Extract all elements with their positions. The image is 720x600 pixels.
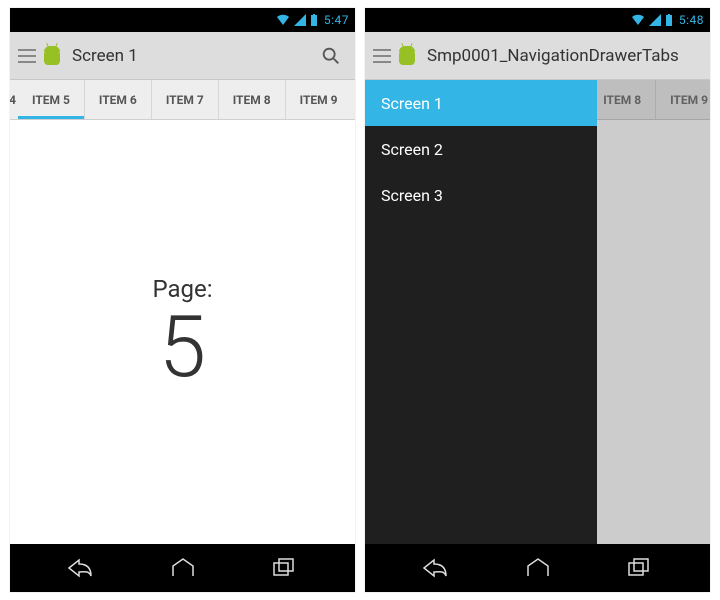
phone-right: 5:48 Smp0001_NavigationDrawerTabs ITEM 8… bbox=[365, 8, 710, 592]
back-button[interactable] bbox=[406, 558, 466, 578]
tab-item-5[interactable]: ITEM 5 bbox=[18, 80, 85, 119]
back-icon bbox=[67, 558, 95, 578]
recents-icon bbox=[627, 558, 651, 578]
tab-item-8[interactable]: ITEM 8 bbox=[219, 80, 286, 119]
wifi-icon bbox=[631, 14, 645, 26]
search-button[interactable] bbox=[315, 40, 347, 72]
status-bar: 5:48 bbox=[365, 8, 710, 32]
recents-button[interactable] bbox=[609, 558, 669, 578]
battery-icon bbox=[665, 14, 673, 26]
signal-icon bbox=[294, 14, 306, 26]
status-clock: 5:47 bbox=[324, 13, 349, 27]
tab-item-6[interactable]: ITEM 6 bbox=[85, 80, 152, 119]
wifi-icon bbox=[276, 14, 290, 26]
search-icon bbox=[320, 45, 342, 67]
drawer-item-screen1[interactable]: Screen 1 bbox=[365, 80, 597, 126]
navigation-drawer: Screen 1 Screen 2 Screen 3 bbox=[365, 80, 597, 544]
drawer-toggle-icon[interactable] bbox=[373, 47, 391, 65]
tab-strip[interactable]: 4 ITEM 5 ITEM 6 ITEM 7 ITEM 8 ITEM 9 bbox=[10, 80, 355, 120]
signal-icon bbox=[649, 14, 661, 26]
action-bar-title: Screen 1 bbox=[72, 46, 315, 66]
back-button[interactable] bbox=[51, 558, 111, 578]
content-area: Page: 5 bbox=[10, 120, 355, 544]
action-bar-title: Smp0001_NavigationDrawerTabs bbox=[427, 46, 702, 66]
page-number: 5 bbox=[159, 305, 206, 390]
home-button[interactable] bbox=[153, 558, 213, 578]
battery-icon bbox=[310, 14, 318, 26]
status-bar: 5:47 bbox=[10, 8, 355, 32]
system-nav-bar bbox=[365, 544, 710, 592]
tab-item-7[interactable]: ITEM 7 bbox=[152, 80, 219, 119]
app-icon[interactable] bbox=[40, 44, 64, 68]
drawer-item-screen2[interactable]: Screen 2 bbox=[365, 126, 597, 172]
status-clock: 5:48 bbox=[679, 13, 704, 27]
back-icon bbox=[422, 558, 450, 578]
drawer-item-screen3[interactable]: Screen 3 bbox=[365, 172, 597, 218]
home-icon bbox=[525, 558, 551, 578]
recents-icon bbox=[272, 558, 296, 578]
system-nav-bar bbox=[10, 544, 355, 592]
drawer-toggle-icon[interactable] bbox=[18, 47, 36, 65]
tab-partial-right[interactable]: ITEM 9 bbox=[286, 80, 340, 119]
home-button[interactable] bbox=[508, 558, 568, 578]
phone-left: 5:47 Screen 1 4 ITEM 5 ITEM 6 ITEM 7 ITE… bbox=[10, 8, 355, 592]
app-icon[interactable] bbox=[395, 44, 419, 68]
home-icon bbox=[170, 558, 196, 578]
action-bar: Smp0001_NavigationDrawerTabs bbox=[365, 32, 710, 80]
tab-partial-left[interactable]: 4 bbox=[10, 80, 18, 119]
recents-button[interactable] bbox=[254, 558, 314, 578]
action-bar: Screen 1 bbox=[10, 32, 355, 80]
